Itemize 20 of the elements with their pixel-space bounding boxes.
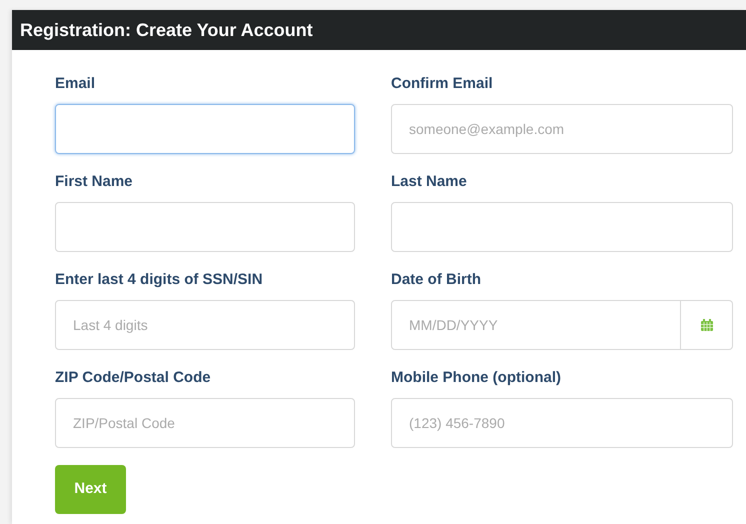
field-label: Mobile Phone (optional) [391,368,562,388]
input-field[interactable]: ZIP/Postal Code [55,398,355,448]
field-label: Email [55,74,96,94]
calendar-icon [700,318,714,332]
calendar-button[interactable] [681,300,733,350]
input-field[interactable] [391,202,733,252]
input-field[interactable]: Last 4 digits [55,300,355,350]
input-field[interactable] [55,202,355,252]
input-field[interactable] [55,104,355,154]
next-button[interactable]: Next [55,465,126,514]
input-field[interactable]: someone@example.com [391,104,733,154]
field-label: Confirm Email [391,74,494,94]
field-label: First Name [55,172,134,192]
page-title: Registration: Create Your Account [20,18,313,42]
input-field[interactable]: (123) 456-7890 [391,398,733,448]
field-label: Last Name [391,172,468,192]
field-label: ZIP Code/Postal Code [55,368,212,388]
field-label: Enter last 4 digits of SSN/SIN [55,270,264,290]
date-input-field[interactable]: MM/DD/YYYY [391,300,681,350]
field-label: Date of Birth [391,270,482,290]
